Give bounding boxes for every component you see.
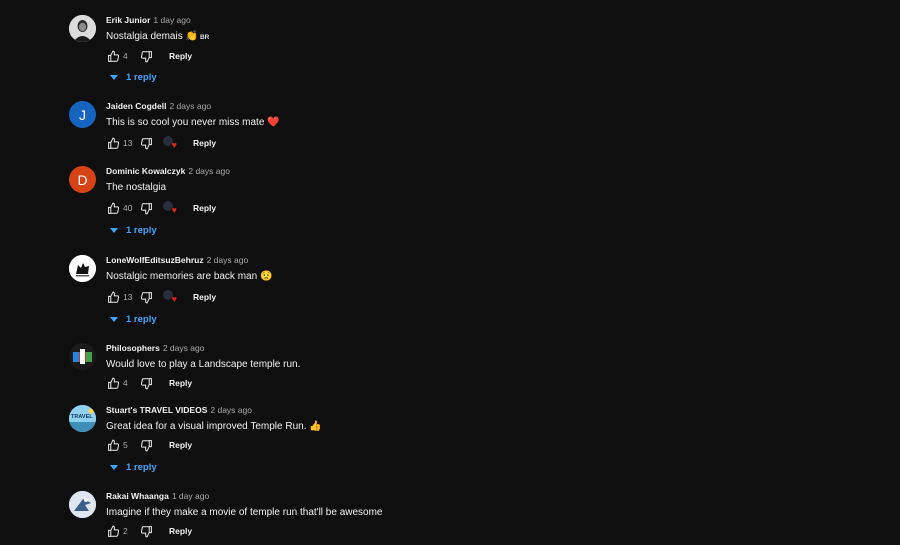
avatar[interactable]: D [69, 166, 96, 193]
view-replies-button[interactable]: 1 reply [110, 462, 157, 473]
view-replies-button[interactable]: 1 reply [110, 72, 157, 83]
comment-author[interactable]: Philosophers [106, 343, 160, 353]
dislike-icon[interactable] [139, 136, 153, 150]
comment-time[interactable]: 2 days ago [163, 343, 205, 353]
avatar[interactable] [69, 15, 96, 42]
svg-text:TRAVEL: TRAVEL [71, 414, 93, 420]
reply-button[interactable]: Reply [169, 378, 192, 388]
comment-time[interactable]: 2 days ago [188, 166, 230, 176]
comment-text: Nostalgia demais 👏 [106, 31, 198, 42]
comment-text: The nostalgia [106, 182, 167, 193]
replies-label: 1 reply [126, 225, 157, 236]
dislike-icon[interactable] [139, 524, 153, 538]
like-icon[interactable] [106, 201, 120, 215]
like-icon[interactable] [106, 438, 120, 452]
view-replies-button[interactable]: 1 reply [110, 314, 157, 325]
like-icon[interactable] [106, 376, 120, 390]
comment-text: Imagine if they make a movie of temple r… [106, 507, 383, 518]
avatar[interactable] [69, 255, 96, 282]
chevron-down-icon [110, 465, 118, 470]
comment-time[interactable]: 2 days ago [207, 255, 249, 265]
comment-text: Great idea for a visual improved Temple … [106, 421, 322, 432]
like-count: 13 [123, 292, 133, 302]
comment-author[interactable]: Jaiden Cogdell [106, 101, 166, 111]
dislike-icon[interactable] [139, 290, 153, 304]
comment-time[interactable]: 2 days ago [210, 405, 252, 415]
like-count: 5 [123, 440, 128, 450]
comment-author[interactable]: Erik Junior [106, 15, 150, 25]
like-icon[interactable] [106, 524, 120, 538]
like-count: 40 [123, 203, 133, 213]
reply-button[interactable]: Reply [193, 203, 216, 213]
reply-button[interactable]: Reply [193, 292, 216, 302]
comment-author[interactable]: Rakai Whaanga [106, 491, 169, 501]
country-badge: BR [199, 34, 210, 41]
comment-time[interactable]: 1 day ago [153, 15, 190, 25]
view-replies-button[interactable]: 1 reply [110, 225, 157, 236]
comment-time[interactable]: 2 days ago [169, 101, 211, 111]
comment-time[interactable]: 1 day ago [172, 491, 209, 501]
like-count: 2 [123, 526, 128, 536]
comment-text: This is so cool you never miss mate ❤️ [106, 117, 280, 128]
like-icon[interactable] [106, 136, 120, 150]
dislike-icon[interactable] [139, 376, 153, 390]
creator-heart-icon: ♥ [163, 290, 177, 304]
dislike-icon[interactable] [139, 201, 153, 215]
comment-text: Would love to play a Landscape temple ru… [106, 359, 301, 370]
like-icon[interactable] [106, 49, 120, 63]
reply-button[interactable]: Reply [193, 138, 216, 148]
like-icon[interactable] [106, 290, 120, 304]
chevron-down-icon [110, 317, 118, 322]
avatar[interactable] [69, 491, 96, 518]
avatar-letter: D [77, 171, 88, 188]
reply-button[interactable]: Reply [169, 526, 192, 536]
replies-label: 1 reply [126, 462, 157, 473]
chevron-down-icon [110, 75, 118, 80]
avatar[interactable]: TRAVEL [69, 405, 96, 432]
like-count: 13 [123, 138, 133, 148]
creator-heart-icon: ♥ [163, 201, 177, 215]
avatar[interactable]: J [69, 101, 96, 128]
avatar-letter: J [79, 106, 86, 123]
like-count: 4 [123, 378, 128, 388]
comment-text: Nostalgic memories are back man 😟 [106, 271, 273, 282]
dislike-icon[interactable] [139, 438, 153, 452]
dislike-icon[interactable] [139, 49, 153, 63]
replies-label: 1 reply [126, 72, 157, 83]
reply-button[interactable]: Reply [169, 440, 192, 450]
comment-author[interactable]: Dominic Kowalczyk [106, 166, 185, 176]
chevron-down-icon [110, 228, 118, 233]
like-count: 4 [123, 51, 128, 61]
avatar[interactable] [69, 343, 96, 370]
comment-author[interactable]: LoneWolfEditsuzBehruz [106, 255, 204, 265]
comment-author[interactable]: Stuart's TRAVEL VIDEOS [106, 405, 207, 415]
replies-label: 1 reply [126, 314, 157, 325]
creator-heart-icon: ♥ [163, 136, 177, 150]
reply-button[interactable]: Reply [169, 51, 192, 61]
